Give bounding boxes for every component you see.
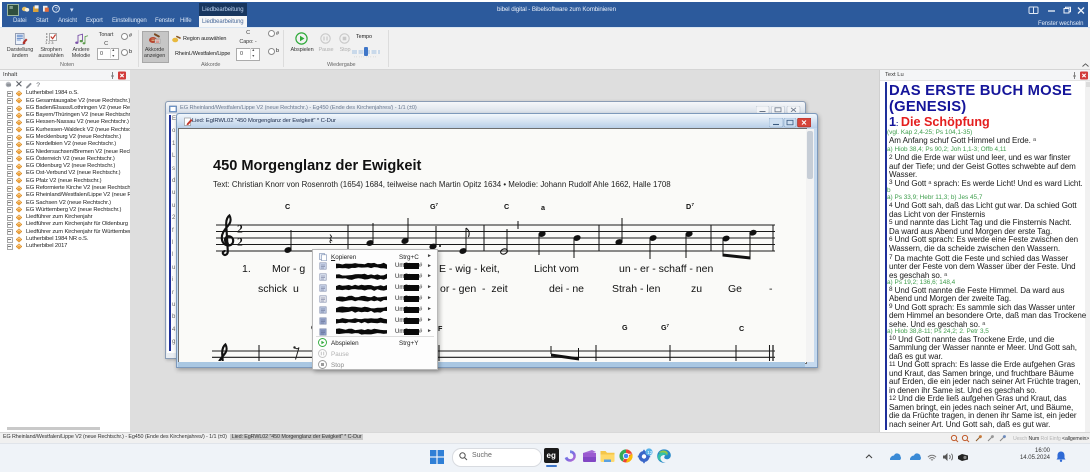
svg-text:7: 7 <box>692 202 695 207</box>
svg-text:7: 7 <box>436 202 439 207</box>
svg-text:?: ? <box>36 82 40 89</box>
svg-text:G: G <box>622 323 628 332</box>
svg-text:C: C <box>285 202 290 211</box>
svg-text:7: 7 <box>667 323 670 328</box>
svg-text:2: 2 <box>237 237 243 249</box>
svg-text:12: 12 <box>647 450 653 455</box>
svg-text:D: D <box>686 202 691 211</box>
svg-text:2: 2 <box>237 224 243 236</box>
svg-text:C: C <box>504 202 509 211</box>
svg-text:C: C <box>739 324 744 333</box>
svg-text:F: F <box>438 324 443 333</box>
svg-text:a: a <box>541 203 546 212</box>
svg-text:?: ? <box>55 7 58 13</box>
